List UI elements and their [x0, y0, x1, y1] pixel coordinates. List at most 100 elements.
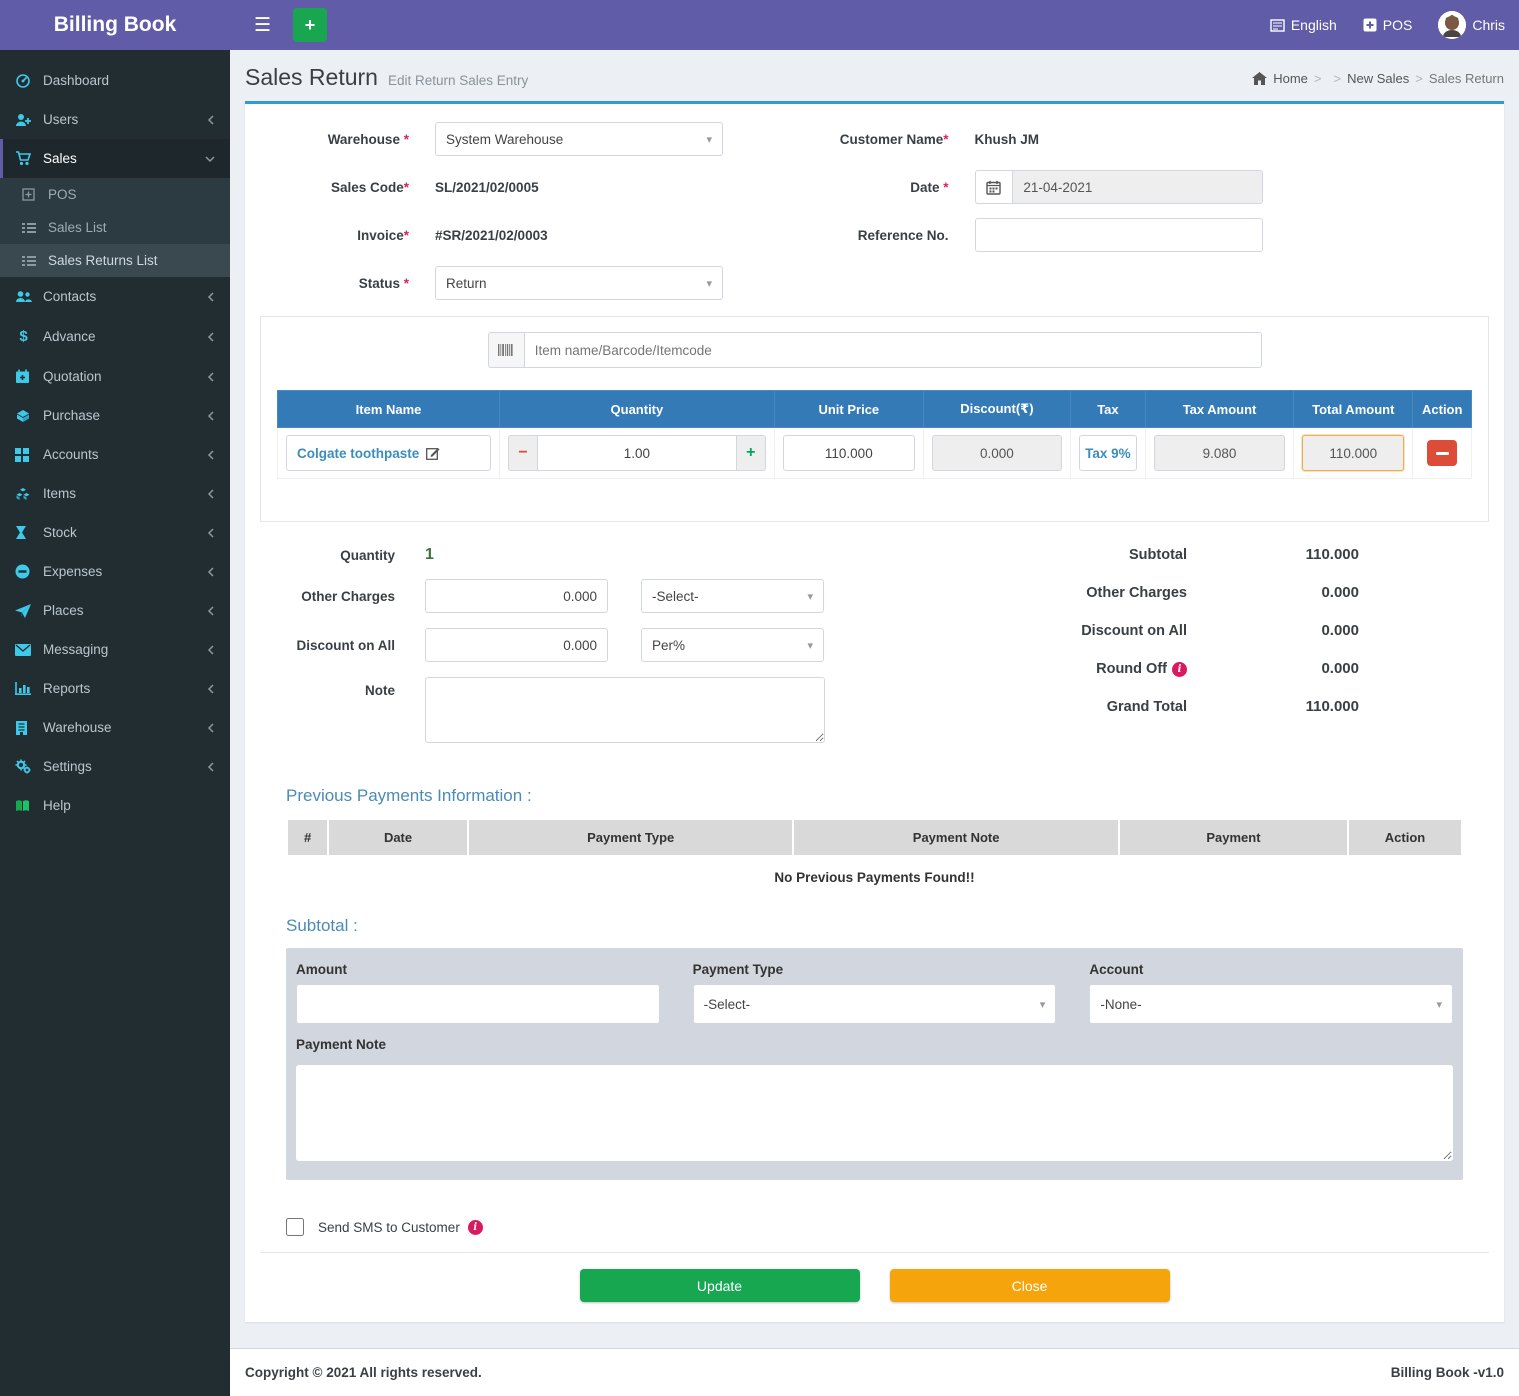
update-button[interactable]: Update: [580, 1269, 860, 1302]
sidebar-item-settings[interactable]: Settings: [0, 747, 230, 786]
sidebar-item-reports[interactable]: Reports: [0, 669, 230, 708]
app-brand: Billing Book: [0, 0, 230, 50]
caret-down-icon: ▾: [706, 133, 712, 146]
discount-on-all-input[interactable]: [425, 628, 608, 662]
plus-square-outline-icon: [22, 188, 35, 201]
date-input[interactable]: [1012, 170, 1262, 204]
language-menu[interactable]: English: [1270, 17, 1337, 33]
pos-label: POS: [1383, 17, 1413, 33]
remove-row-button[interactable]: [1427, 440, 1457, 466]
amount-input[interactable]: [296, 984, 660, 1024]
sidebar-item-pos[interactable]: POS: [0, 178, 230, 211]
quantity-decrease-button[interactable]: −: [508, 435, 537, 471]
note-textarea[interactable]: [425, 677, 825, 743]
sidebar-item-help[interactable]: Help: [0, 786, 230, 825]
pp-col-payment-type: Payment Type: [468, 819, 793, 856]
breadcrumb-blank: [1314, 71, 1328, 86]
col-discount: Discount(₹): [923, 391, 1070, 428]
other-charges-total-label: Other Charges: [987, 585, 1187, 601]
sidebar-item-sales-list[interactable]: Sales List: [0, 211, 230, 244]
reference-label: Reference No.: [800, 228, 975, 243]
other-charges-select[interactable]: -Select- ▾: [641, 579, 824, 613]
sales-code-value: SL/2021/02/0005: [435, 180, 539, 195]
sidebar-toggle-icon[interactable]: ☰: [244, 8, 281, 43]
chevron-down-icon: [205, 155, 215, 163]
sidebar-item-items[interactable]: Items: [0, 474, 230, 513]
book-icon: [15, 799, 30, 812]
sales-submenu: POS Sales List Sales Returns List: [0, 178, 230, 277]
breadcrumb-new-sales[interactable]: New Sales: [1334, 71, 1410, 86]
discount-unit-select[interactable]: Per% ▾: [641, 628, 824, 662]
minus-icon: [1436, 452, 1449, 455]
discount-total-label: Discount on All: [987, 623, 1187, 639]
top-navbar: ☰ + English POS Chris: [230, 0, 1519, 50]
breadcrumb: Home New Sales Sales Return: [1252, 71, 1504, 86]
main-content: Sales Return Edit Return Sales Entry Hom…: [230, 50, 1519, 1396]
charges-form: Quantity 1 Other Charges -Select- ▾ Disc…: [260, 546, 987, 758]
bar-chart-icon: [15, 682, 31, 695]
col-tax: Tax: [1070, 391, 1145, 428]
quantity-input[interactable]: [537, 435, 737, 471]
quantity-increase-button[interactable]: +: [737, 435, 766, 471]
sidebar-item-sales[interactable]: Sales: [0, 139, 230, 178]
dashboard-icon: [15, 72, 31, 88]
payment-type-select[interactable]: -Select- ▾: [693, 984, 1057, 1024]
sidebar-item-expenses[interactable]: Expenses: [0, 552, 230, 591]
status-select[interactable]: Return ▾: [435, 266, 723, 300]
col-total-amount: Total Amount: [1294, 391, 1413, 428]
warehouse-label: Warehouse *: [260, 132, 435, 147]
edit-icon[interactable]: [426, 446, 440, 460]
col-quantity: Quantity: [500, 391, 775, 428]
sidebar-item-dashboard[interactable]: Dashboard: [0, 60, 230, 100]
pos-menu[interactable]: POS: [1363, 17, 1413, 33]
payment-note-textarea[interactable]: [296, 1065, 1453, 1161]
sidebar: Dashboard Users Sales POS Sales List Sal…: [0, 50, 230, 1396]
sidebar-item-users[interactable]: Users: [0, 100, 230, 139]
customer-name-label: Customer Name*: [800, 132, 975, 147]
user-name: Chris: [1472, 17, 1505, 33]
customer-name-value: Khush JM: [975, 132, 1040, 147]
other-charges-input[interactable]: [425, 579, 608, 613]
chevron-left-icon: [207, 115, 215, 125]
caret-down-icon: ▾: [807, 590, 813, 603]
sidebar-item-advance[interactable]: $ Advance: [0, 316, 230, 357]
sidebar-item-purchase[interactable]: Purchase: [0, 396, 230, 435]
sidebar-item-stock[interactable]: Stock: [0, 513, 230, 552]
sidebar-item-quotation[interactable]: Quotation: [0, 357, 230, 396]
navbar-right: English POS Chris: [1270, 11, 1505, 39]
unit-price-input[interactable]: [783, 435, 915, 471]
sidebar-item-places[interactable]: Places: [0, 591, 230, 630]
close-button[interactable]: Close: [890, 1269, 1170, 1302]
sidebar-item-accounts[interactable]: Accounts: [0, 435, 230, 474]
send-sms-checkbox[interactable]: [286, 1218, 304, 1236]
reference-input[interactable]: [975, 218, 1263, 252]
tax-cell: Tax 9%: [1079, 435, 1137, 471]
envelope-icon: [15, 644, 31, 656]
warehouse-select[interactable]: System Warehouse ▾: [435, 122, 723, 156]
quick-add-button[interactable]: +: [293, 8, 327, 42]
user-plus-icon: [15, 113, 31, 127]
calendar-plus-icon: [15, 369, 30, 384]
payment-subtotal-heading: Subtotal :: [286, 916, 1463, 936]
col-unit-price: Unit Price: [774, 391, 923, 428]
caret-down-icon: ▾: [706, 277, 712, 290]
tax-link[interactable]: Tax 9%: [1085, 446, 1131, 461]
breadcrumb-home[interactable]: Home: [1273, 71, 1308, 86]
contacts-icon: [15, 290, 32, 303]
info-icon[interactable]: i: [1172, 662, 1187, 677]
grand-total-label: Grand Total: [987, 699, 1187, 715]
item-search-input[interactable]: [524, 332, 1262, 368]
user-menu[interactable]: Chris: [1438, 11, 1505, 39]
send-sms-label: Send SMS to Customer: [318, 1220, 460, 1235]
sidebar-item-warehouse[interactable]: Warehouse: [0, 708, 230, 747]
note-label: Note: [260, 677, 425, 698]
payment-note-label: Payment Note: [296, 1037, 1453, 1052]
barcode-icon: [488, 332, 524, 368]
account-select[interactable]: -None- ▾: [1089, 984, 1453, 1024]
sidebar-item-contacts[interactable]: Contacts: [0, 277, 230, 316]
info-icon[interactable]: i: [468, 1220, 483, 1235]
page-subtitle: Edit Return Sales Entry: [388, 73, 528, 88]
sidebar-item-messaging[interactable]: Messaging: [0, 630, 230, 669]
item-name-link[interactable]: Colgate toothpaste: [297, 446, 419, 461]
sidebar-item-sales-returns-list[interactable]: Sales Returns List: [0, 244, 230, 277]
